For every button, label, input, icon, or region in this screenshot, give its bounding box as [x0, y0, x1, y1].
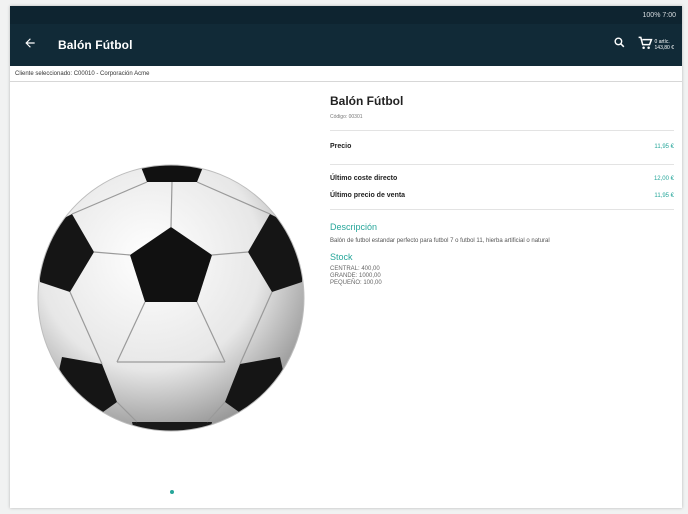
selected-client-bar: Cliente seleccionado: C00010 - Corporaci… — [10, 66, 682, 82]
app-bar-actions: 0 artíc. 143,80 € — [608, 33, 682, 57]
soccer-ball-image — [37, 164, 305, 432]
search-button[interactable] — [608, 33, 632, 57]
last-cost-row: Último coste directo 12,00 € — [330, 175, 674, 182]
page-title: Balón Fútbol — [58, 38, 133, 52]
last-sale-price-row: Último precio de venta 11,95 € — [330, 192, 674, 199]
stock-line-central: CENTRAL: 400,00 — [330, 266, 380, 272]
price-value: 11,95 € — [654, 143, 674, 150]
carousel-page-indicator[interactable] — [170, 490, 174, 494]
divider — [330, 130, 674, 131]
status-bar: 100% 7:00 — [10, 6, 682, 24]
product-image[interactable] — [22, 152, 320, 444]
status-text: 100% 7:00 — [642, 11, 676, 19]
cart-icon — [638, 36, 653, 55]
last-sale-price-label: Último precio de venta — [330, 192, 406, 199]
arrow-left-icon — [23, 36, 37, 54]
app-bar: Balón Fútbol 0 artíc. 143,80 € — [10, 24, 682, 66]
stock-line-pequeno: PEQUEÑO: 100,00 — [330, 280, 382, 286]
divider — [330, 209, 674, 210]
back-button[interactable] — [10, 24, 50, 66]
search-icon — [613, 36, 626, 54]
price-row: Precio 11,95 € — [330, 143, 674, 150]
stock-list: CENTRAL: 400,00 GRANDE: 1000,00 PEQUEÑO:… — [330, 266, 674, 287]
product-details: Balón Fútbol Código: 00301 Precio 11,95 … — [330, 94, 674, 287]
description-text: Balón de futbol estandar perfecto para f… — [330, 238, 550, 244]
selected-client-text: Cliente seleccionado: C00010 - Corporaci… — [15, 70, 150, 77]
stock-line-grande: GRANDE: 1000,00 — [330, 273, 381, 279]
cart-total: 143,80 € — [654, 45, 674, 51]
cart-button[interactable]: 0 artíc. 143,80 € — [638, 36, 674, 55]
cart-summary: 0 artíc. 143,80 € — [655, 39, 674, 51]
description-title: Descripción — [330, 222, 378, 232]
product-name: Balón Fútbol — [330, 94, 404, 108]
last-sale-price-value: 11,95 € — [654, 192, 674, 199]
product-code: Código: 00301 — [330, 114, 363, 120]
divider — [330, 164, 674, 165]
app-window: 100% 7:00 Balón Fútbol 0 artíc. 143,80 €… — [10, 6, 682, 508]
stock-title: Stock — [330, 252, 353, 262]
last-cost-value: 12,00 € — [653, 175, 674, 182]
price-label: Precio — [330, 143, 352, 150]
last-cost-label: Último coste directo — [330, 175, 398, 182]
screen: 100% 7:00 Balón Fútbol 0 artíc. 143,80 €… — [0, 0, 688, 514]
